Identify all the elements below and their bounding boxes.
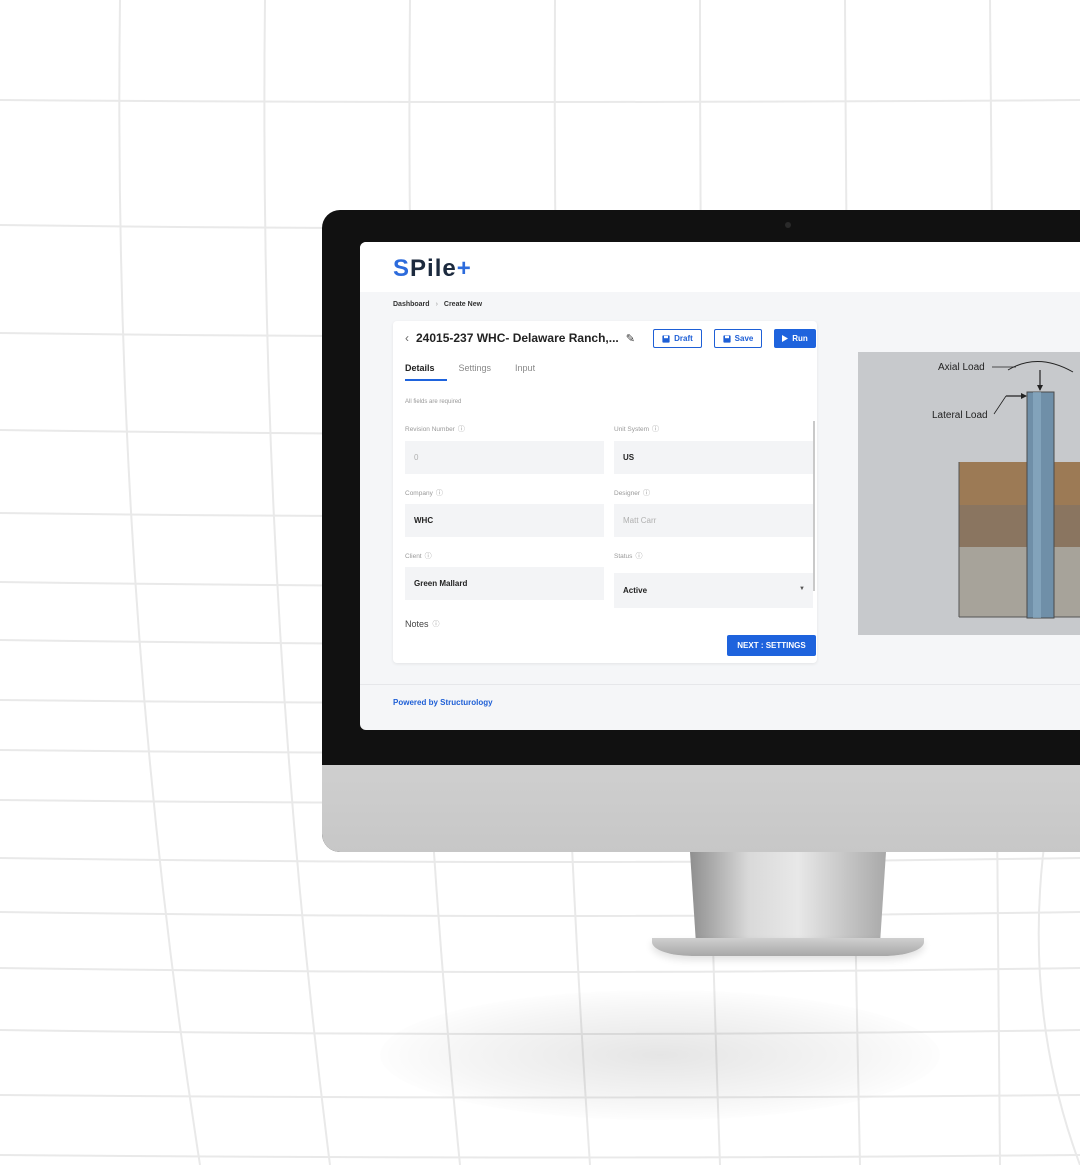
tab-settings[interactable]: Settings <box>459 363 504 381</box>
project-title: 24015-237 WHC- Delaware Ranch,... <box>416 331 619 345</box>
monitor: SPile+ Dashboard › Create New ‹ 24015-23… <box>322 210 1080 852</box>
info-icon[interactable]: ⓘ <box>433 619 440 629</box>
client-label: Client ⓘ <box>405 551 432 561</box>
soil-layer-middle <box>959 505 1080 547</box>
tab-bar: Details Settings Input <box>405 363 559 381</box>
required-note: All fields are required <box>405 399 462 405</box>
client-field[interactable]: Green Mallard <box>405 567 604 600</box>
app-header: SPile+ <box>360 242 1080 292</box>
notes-label: Notes ⓘ <box>405 619 440 629</box>
floor-shadow <box>380 990 940 1120</box>
next-settings-button[interactable]: NEXT : SETTINGS <box>727 635 816 656</box>
info-icon[interactable]: ⓘ <box>635 551 642 561</box>
monitor-stand <box>690 852 886 942</box>
caret-down-icon: ▼ <box>799 586 805 592</box>
footer-credit[interactable]: Powered by Structurology <box>393 698 493 707</box>
designer-label: Designer ⓘ <box>614 488 651 498</box>
breadcrumb-create-new: Create New <box>443 301 483 308</box>
info-icon[interactable]: ⓘ <box>458 424 465 434</box>
tab-input[interactable]: Input <box>515 363 547 381</box>
project-form-card: ‹ 24015-237 WHC- Delaware Ranch,... ✎ Dr… <box>393 321 817 663</box>
company-label: Company ⓘ <box>405 488 443 498</box>
breadcrumb-dashboard[interactable]: Dashboard <box>393 301 430 308</box>
pile-diagram-svg: Axial Load Lateral Load <box>858 352 1080 635</box>
status-select[interactable]: Active ▼ <box>614 573 813 608</box>
footer-divider <box>360 684 1080 685</box>
app-logo[interactable]: SPile+ <box>393 255 472 283</box>
monitor-stand-base <box>652 938 924 956</box>
revision-number-label: Revision Number ⓘ <box>405 424 465 434</box>
pile-load-diagram: Axial Load Lateral Load <box>858 352 1080 635</box>
floppy-disk-icon <box>723 334 731 343</box>
tab-details[interactable]: Details <box>405 363 447 381</box>
designer-field[interactable]: Matt Carr <box>614 504 813 537</box>
unit-system-field[interactable]: US <box>614 441 813 474</box>
company-field[interactable]: WHC <box>405 504 604 537</box>
status-label: Status ⓘ <box>614 551 643 561</box>
pencil-icon[interactable]: ✎ <box>626 332 635 345</box>
breadcrumb: Dashboard › Create New <box>393 301 482 308</box>
save-button[interactable]: Save <box>714 329 762 348</box>
info-icon[interactable]: ⓘ <box>643 488 650 498</box>
camera-icon <box>785 222 791 228</box>
info-icon[interactable]: ⓘ <box>436 488 443 498</box>
breadcrumb-separator: › <box>435 301 438 308</box>
info-icon[interactable]: ⓘ <box>652 424 659 434</box>
monitor-chin <box>322 765 1080 852</box>
lateral-load-label: Lateral Load <box>932 410 988 421</box>
play-icon <box>782 335 789 342</box>
run-button[interactable]: Run <box>774 329 816 348</box>
soil-layer-bottom <box>959 547 1080 617</box>
soil-layer-top <box>959 462 1080 505</box>
axial-load-label: Axial Load <box>938 362 985 373</box>
revision-number-field[interactable]: 0 <box>405 441 604 474</box>
info-icon[interactable]: ⓘ <box>425 551 432 561</box>
card-title-row: ‹ 24015-237 WHC- Delaware Ranch,... ✎ <box>405 331 635 345</box>
form-scrollbar[interactable] <box>813 421 815 591</box>
floppy-disk-icon <box>662 334 670 343</box>
chevron-left-icon[interactable]: ‹ <box>405 331 409 345</box>
draft-button[interactable]: Draft <box>653 329 702 348</box>
unit-system-label: Unit System ⓘ <box>614 424 660 434</box>
app-screen: SPile+ Dashboard › Create New ‹ 24015-23… <box>360 242 1080 730</box>
